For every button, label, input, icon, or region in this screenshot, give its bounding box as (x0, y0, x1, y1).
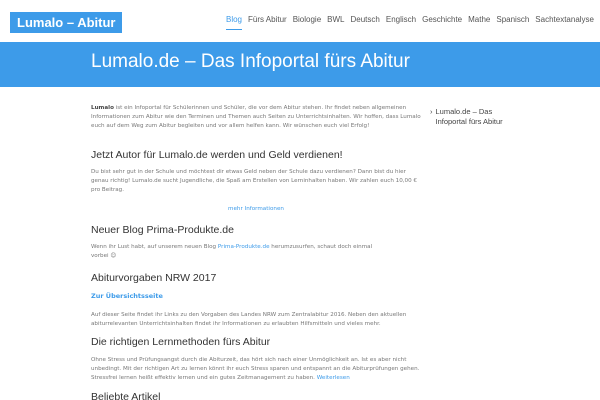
top-bar: Lumalo – Abitur Blog Fürs Abitur Biologi… (0, 0, 600, 42)
nav-item-biologie[interactable]: Biologie (293, 14, 321, 30)
nav-item-spanisch[interactable]: Spanisch (496, 14, 529, 30)
nrw-paragraph: Auf dieser Seite findet ihr Links zu den… (91, 312, 407, 327)
main-nav: Blog Fürs Abitur Biologie BWL Deutsch En… (220, 14, 594, 30)
nav-item-blog[interactable]: Blog (225, 14, 242, 30)
nrw-heading: Abiturvorgaben NRW 2017 (91, 272, 217, 284)
popular-heading: Beliebte Artikel (91, 391, 161, 400)
nav-item-deutsch[interactable]: Deutsch (351, 14, 380, 30)
author-paragraph: Du bist sehr gut in der Schule und möcht… (91, 169, 417, 193)
nav-item-fuers-abitur[interactable]: Fürs Abitur (248, 14, 287, 30)
blog-text-before: Wenn ihr Lust habt, auf unserem neuen Bl… (91, 244, 218, 250)
site-logo[interactable]: Lumalo – Abitur (10, 12, 123, 33)
chevron-right-icon: › (430, 107, 433, 116)
sidebar: › Lumalo.de – Das Infoportal fürs Abitur (430, 107, 510, 126)
nav-item-sachtextanalyse[interactable]: Sachtextanalyse (535, 14, 594, 30)
read-more-link[interactable]: Weiterlesen (317, 375, 350, 381)
intro-brand: Lumalo (91, 105, 114, 111)
overview-link[interactable]: Zur Übersichtsseite (91, 292, 421, 300)
intro-text: ist ein Infoportal für Schülerinnen und … (91, 105, 421, 129)
sidebar-item-label: Lumalo.de – Das Infoportal fürs Abitur (435, 107, 503, 126)
sidebar-item-home[interactable]: › Lumalo.de – Das Infoportal fürs Abitur (430, 107, 510, 126)
learning-heading: Die richtigen Lernmethoden fürs Abitur (91, 336, 271, 348)
more-info-link[interactable]: mehr Informationen (91, 206, 421, 212)
author-heading: Jetzt Autor für Lumalo.de werden und Gel… (91, 149, 343, 161)
blog-link[interactable]: Prima-Produkte.de (218, 244, 270, 250)
nav-item-bwl[interactable]: BWL (327, 14, 344, 30)
nav-item-geschichte[interactable]: Geschichte (422, 14, 462, 30)
hero-banner: Lumalo.de – Das Infoportal fürs Abitur (0, 42, 600, 87)
intro-paragraph: Lumalo ist ein Infoportal für Schülerinn… (91, 104, 421, 131)
blog-heading: Neuer Blog Prima-Produkte.de (91, 224, 234, 236)
page-title: Lumalo.de – Das Infoportal fürs Abitur (91, 51, 410, 72)
learning-text: Ohne Stress und Prüfungsangst durch die … (91, 357, 420, 381)
nav-item-mathe[interactable]: Mathe (468, 14, 490, 30)
blog-paragraph: Wenn ihr Lust habt, auf unserem neuen Bl… (91, 243, 381, 261)
nav-item-englisch[interactable]: Englisch (386, 14, 416, 30)
smiley-emoji: 😊 (110, 253, 117, 259)
learning-paragraph: Ohne Stress und Prüfungsangst durch die … (91, 356, 421, 383)
